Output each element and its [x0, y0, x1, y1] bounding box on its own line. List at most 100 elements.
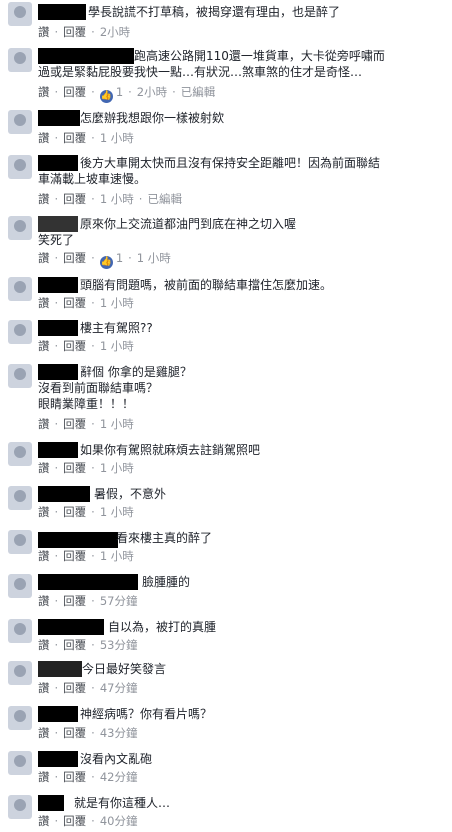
comment-time[interactable]: 53分鐘: [100, 638, 138, 652]
like-link[interactable]: 讚: [38, 681, 50, 695]
comment-time[interactable]: 47分鐘: [100, 681, 138, 695]
like-link[interactable]: 讚: [38, 251, 50, 265]
comment-time[interactable]: 1 小時: [100, 461, 134, 475]
comment-time[interactable]: 57分鐘: [100, 594, 138, 608]
comment-time[interactable]: 1 小時: [100, 505, 134, 519]
avatar[interactable]: [8, 364, 32, 388]
comment-time[interactable]: 42分鐘: [100, 770, 138, 784]
comment-actions: 讚 · 回覆 · 1 小時 · 已編輯: [38, 192, 182, 206]
comment-time[interactable]: 43分鐘: [100, 726, 138, 740]
avatar[interactable]: [8, 155, 32, 179]
comment-text: 樓主有駕照??: [80, 321, 153, 335]
comment-time[interactable]: 1 小時: [100, 549, 134, 563]
comment-text: 頭腦有問題嗎，被前面的聯結車擋住怎麼加速。: [80, 278, 333, 292]
reply-link[interactable]: 回覆: [63, 296, 86, 310]
avatar[interactable]: [8, 661, 32, 685]
comment-text: 自以為，被打的真腫: [108, 620, 217, 634]
like-link[interactable]: 讚: [38, 339, 50, 353]
like-link[interactable]: 讚: [38, 461, 50, 475]
like-link[interactable]: 讚: [38, 726, 50, 740]
avatar[interactable]: [8, 277, 32, 301]
comment-text: 看來樓主真的醉了: [116, 531, 213, 545]
reply-link[interactable]: 回覆: [63, 814, 86, 828]
reply-link[interactable]: 回覆: [63, 25, 86, 39]
like-count[interactable]: 1: [116, 251, 123, 265]
like-link[interactable]: 讚: [38, 594, 50, 608]
reply-link[interactable]: 回覆: [63, 461, 86, 475]
comment-time[interactable]: 2小時: [137, 85, 167, 99]
comment-actions: 讚 · 回覆 · 1 小時: [38, 339, 134, 353]
comment-text: 暑假，不意外: [94, 487, 167, 501]
comment-text: 跑高速公路開110還一堆貨車，大卡從旁呼嘯而 過或是緊黏屁股要我快一點…有狀況……: [38, 49, 385, 79]
avatar[interactable]: [8, 574, 32, 598]
reply-link[interactable]: 回覆: [63, 417, 86, 431]
comment-actions: 讚 · 回覆 · 47分鐘: [38, 681, 138, 695]
avatar[interactable]: [8, 795, 32, 819]
avatar[interactable]: [8, 619, 32, 643]
comment-actions: 讚 · 回覆 · 57分鐘: [38, 594, 138, 608]
reply-link[interactable]: 回覆: [63, 770, 86, 784]
like-count[interactable]: 1: [116, 85, 123, 99]
reply-link[interactable]: 回覆: [63, 594, 86, 608]
avatar[interactable]: [8, 751, 32, 775]
like-icon: 👍: [99, 90, 113, 103]
edited-label[interactable]: 已編輯: [181, 85, 216, 99]
edited-label[interactable]: 已編輯: [147, 192, 182, 206]
avatar[interactable]: [8, 48, 32, 72]
comment-time[interactable]: 1 小時: [100, 339, 134, 353]
like-link[interactable]: 讚: [38, 638, 50, 652]
reply-link[interactable]: 回覆: [63, 549, 86, 563]
like-link[interactable]: 讚: [38, 25, 50, 39]
like-link[interactable]: 讚: [38, 770, 50, 784]
comment-time[interactable]: 2小時: [100, 25, 130, 39]
comment-actions: 讚 · 回覆 · 👍 1 · 2小時 · 已編輯: [38, 85, 216, 103]
like-icon: 👍: [99, 256, 113, 269]
reply-link[interactable]: 回覆: [63, 192, 86, 206]
like-link[interactable]: 讚: [38, 192, 50, 206]
comment-text: 如果你有駕照就麻煩去註銷駕照吧: [80, 443, 261, 457]
like-link[interactable]: 讚: [38, 814, 50, 828]
reply-link[interactable]: 回覆: [63, 339, 86, 353]
comment-time[interactable]: 1 小時: [100, 417, 134, 431]
like-link[interactable]: 讚: [38, 131, 50, 145]
reply-link[interactable]: 回覆: [63, 251, 86, 265]
comment-time[interactable]: 1 小時: [137, 251, 171, 265]
reply-link[interactable]: 回覆: [63, 681, 86, 695]
redacted-name: [38, 277, 78, 293]
like-link[interactable]: 讚: [38, 505, 50, 519]
comment-actions: 讚 · 回覆 · 53分鐘: [38, 638, 138, 652]
reply-link[interactable]: 回覆: [63, 131, 86, 145]
comment-text: 原來你上交流道都油門到底在神之切入喔 笑死了: [38, 217, 297, 247]
comment-actions: 讚 · 回覆 · 1 小時: [38, 461, 134, 475]
comment-time[interactable]: 40分鐘: [100, 814, 138, 828]
comment-actions: 讚 · 回覆 · 43分鐘: [38, 726, 138, 740]
avatar[interactable]: [8, 110, 32, 134]
reply-link[interactable]: 回覆: [63, 85, 86, 99]
like-link[interactable]: 讚: [38, 85, 50, 99]
avatar[interactable]: [8, 530, 32, 554]
avatar[interactable]: [8, 706, 32, 730]
comment-actions: 讚 · 回覆 · 1 小時: [38, 296, 134, 310]
comment-text: 臉腫腫的: [142, 575, 191, 589]
avatar[interactable]: [8, 442, 32, 466]
avatar[interactable]: [8, 2, 32, 26]
reply-link[interactable]: 回覆: [63, 726, 86, 740]
redacted-name: [38, 619, 104, 635]
avatar[interactable]: [8, 486, 32, 510]
comment-text: 辭個 你拿的是雞腿？ 沒看到前面聯結車嗎？ 眼睛業障重！！！: [38, 365, 192, 411]
comment-text: 沒看內文亂砲: [80, 752, 153, 766]
avatar[interactable]: [8, 320, 32, 344]
redacted-name: [38, 661, 82, 677]
comment-time[interactable]: 1 小時: [100, 296, 134, 310]
comment-actions: 讚 · 回覆 · 40分鐘: [38, 814, 138, 828]
avatar[interactable]: [8, 216, 32, 240]
redacted-name: [38, 532, 118, 548]
comment-text: 怎麼辦我想跟你一樣被射欸: [80, 111, 225, 125]
like-link[interactable]: 讚: [38, 296, 50, 310]
like-link[interactable]: 讚: [38, 417, 50, 431]
comment-time[interactable]: 1 小時: [100, 192, 134, 206]
reply-link[interactable]: 回覆: [63, 638, 86, 652]
comment-time[interactable]: 1 小時: [100, 131, 134, 145]
reply-link[interactable]: 回覆: [63, 505, 86, 519]
like-link[interactable]: 讚: [38, 549, 50, 563]
